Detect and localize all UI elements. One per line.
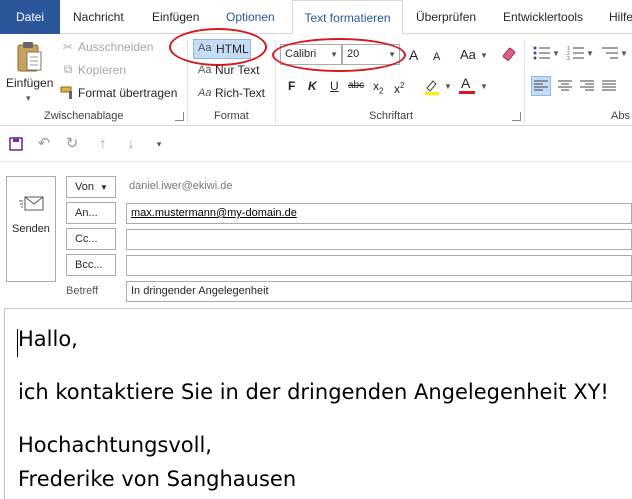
bullets-icon[interactable] (532, 44, 552, 62)
copy-button[interactable]: Kopieren (78, 61, 126, 79)
arrow-down-icon[interactable]: ↓ (123, 135, 139, 151)
group-label-format: Format (214, 110, 249, 122)
quick-access-toolbar: ↶ ↻ ↑ ↓ ▾ (0, 126, 632, 162)
chevron-down-icon: ▼ (620, 49, 628, 58)
paste-icon[interactable] (14, 40, 46, 74)
from-address: daniel.iwer@ekiwi.de (129, 180, 233, 192)
align-center-icon[interactable] (555, 76, 575, 96)
strikethrough-button[interactable]: abc (348, 77, 364, 95)
align-left-icon[interactable] (531, 76, 551, 96)
font-color-button[interactable]: A (458, 75, 476, 95)
cc-button[interactable]: Cc... (66, 228, 116, 250)
group-label-paragraph: Abs (611, 110, 630, 122)
copy-icon: ⧉ (63, 61, 73, 76)
send-envelope-icon (19, 193, 45, 215)
chevron-down-icon: ▼ (444, 82, 452, 91)
body-line-message: ich kontaktiere Sie in der dringenden An… (18, 380, 609, 404)
group-label-clipboard: Zwischenablage (44, 110, 124, 122)
shrink-font-icon[interactable]: A (433, 48, 440, 66)
superscript-icon[interactable]: x2 (394, 77, 404, 98)
italic-button[interactable]: K (308, 77, 317, 95)
font-color-swatch (459, 91, 475, 94)
redo-icon[interactable]: ↻ (64, 135, 80, 152)
chevron-down-icon: ▼ (480, 51, 488, 60)
clipboard-launcher-icon[interactable] (175, 112, 184, 121)
chevron-down-icon: ▼ (586, 49, 594, 58)
tab-review[interactable]: Überprüfen (416, 0, 476, 34)
customize-toolbar-icon[interactable]: ▾ (152, 136, 166, 152)
ribbon: Einfügen ▾ ✂ Ausschneiden ⧉ Kopieren For… (0, 28, 632, 126)
send-label: Senden (12, 223, 50, 235)
svg-text:3: 3 (567, 56, 570, 60)
grow-font-icon[interactable]: A (409, 46, 418, 64)
tab-help[interactable]: Hilfe (609, 0, 632, 34)
chevron-down-icon: ▼ (480, 82, 488, 91)
aa-icon: Aa (198, 64, 212, 76)
highlight-icon[interactable] (422, 78, 442, 96)
message-body[interactable]: Hallo, ich kontaktiere Sie in der dringe… (4, 308, 632, 499)
clear-formatting-icon[interactable] (500, 46, 518, 64)
bcc-field[interactable] (126, 255, 632, 276)
from-label: Von (75, 181, 94, 193)
to-recipient[interactable]: max.mustermann@my-domain.de (131, 207, 297, 219)
rich-text-button[interactable]: Rich-Text (215, 84, 265, 102)
tab-developer[interactable]: Entwicklertools (503, 0, 583, 34)
chevron-down-icon: ▼ (552, 49, 560, 58)
chevron-down-icon: ▼ (100, 183, 108, 192)
plain-text-button[interactable]: Nur Text (215, 61, 259, 79)
body-line-signature: Frederike von Sanghausen (18, 467, 297, 491)
undo-icon[interactable]: ↶ (36, 135, 52, 152)
multilevel-list-icon[interactable] (600, 44, 620, 62)
bold-button[interactable]: F (288, 77, 295, 95)
cc-field[interactable] (126, 229, 632, 250)
format-painter-icon (60, 84, 76, 100)
justify-icon[interactable] (599, 76, 619, 96)
align-right-icon[interactable] (577, 76, 597, 96)
arrow-up-icon[interactable]: ↑ (95, 135, 111, 151)
ribbon-tab-bar: Datei Nachricht Einfügen Optionen Text f… (0, 0, 632, 35)
group-label-font: Schriftart (369, 110, 414, 122)
tab-file[interactable]: Datei (0, 0, 60, 34)
scissors-icon: ✂ (62, 40, 74, 54)
cut-button[interactable]: Ausschneiden (78, 38, 153, 56)
numbering-icon[interactable]: 123 (566, 44, 586, 62)
save-icon[interactable] (8, 136, 24, 152)
subject-field[interactable]: In dringender Angelegenheit (126, 281, 632, 302)
aa-icon: Aa (198, 87, 212, 99)
underline-button[interactable]: U (330, 77, 339, 95)
tab-insert[interactable]: Einfügen (152, 0, 199, 34)
body-line-greeting: Hallo, (18, 327, 78, 351)
body-line-closing: Hochachtungsvoll, (18, 433, 212, 457)
change-case-icon[interactable]: Aa (460, 46, 476, 64)
paste-dropdown-arrow-icon[interactable]: ▾ (26, 89, 31, 107)
to-button[interactable]: An... (66, 202, 116, 224)
annotation-circle (272, 38, 406, 72)
font-color-icon: A (461, 75, 471, 91)
tab-format-text[interactable]: Text formatieren (292, 0, 403, 35)
bcc-button[interactable]: Bcc... (66, 254, 116, 276)
from-button[interactable]: Von ▼ (66, 176, 116, 198)
to-field[interactable]: max.mustermann@my-domain.de (126, 203, 632, 224)
divider (524, 40, 525, 124)
subject-label: Betreff (66, 285, 99, 297)
format-painter-button[interactable]: Format übertragen (78, 84, 177, 102)
send-button[interactable]: Senden (6, 176, 56, 282)
subject-value: In dringender Angelegenheit (131, 285, 269, 297)
tab-message[interactable]: Nachricht (73, 0, 124, 34)
font-launcher-icon[interactable] (512, 112, 521, 121)
subscript-icon[interactable]: x2 (373, 77, 383, 100)
